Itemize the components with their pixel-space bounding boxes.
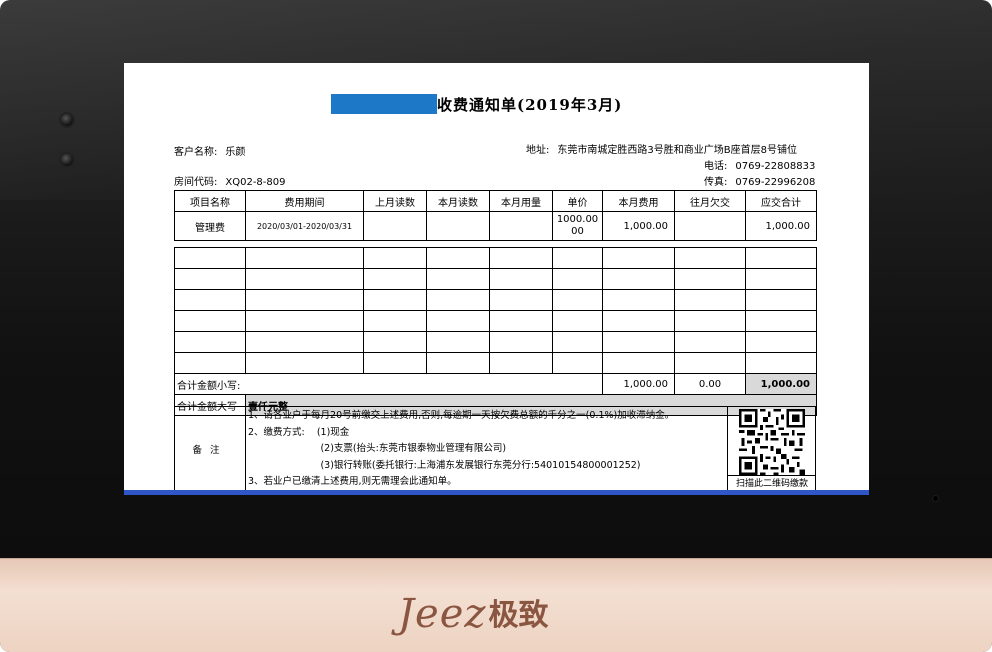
remark-line: 1、请各业户于每月20号前缴交上述费用,否则,每逾期一天按欠费总额的千分之一(0… — [248, 410, 675, 421]
column-header: 单价 — [552, 190, 603, 212]
title-text: 收费通知单(2019年3月) — [437, 95, 623, 114]
remark-line: 2、缴费方式: (1)现金 — [248, 426, 350, 438]
column-header: 上月读数 — [363, 190, 427, 212]
brand-cjk: 极致 — [488, 598, 549, 633]
screen-bottom-edge — [124, 490, 869, 495]
customer-name: 客户名称: 乐颜 — [174, 147, 246, 158]
address: 地址: 东莞市南城定胜西路3号胜和商业广场B座首层8号铺位 — [526, 145, 797, 156]
remark-line: 3、若业户已缴清上述费用,则无需理会此通知单。 — [248, 476, 457, 488]
device-screen: 收费通知单(2019年3月) 客户名称: 乐颜 房间代码: XQ02-8-809 地… — [124, 63, 869, 495]
usage — [489, 211, 553, 241]
column-header: 本月费用 — [602, 190, 675, 212]
remark-line: (3)银行转账(委托银行:上海浦东发展银行东莞分行:54010154800001… — [248, 459, 641, 471]
room-code: 房间代码: XQ02-8-809 — [174, 177, 286, 188]
remarks-section: 备注 1、请各业户于每月20号前缴交上述费用,否则,每逾期一天按欠费总额的千分之… — [174, 406, 816, 492]
row-total: 1,000.00 — [745, 211, 817, 241]
camera-icon — [61, 114, 73, 126]
empty-row — [174, 310, 817, 332]
empty-row — [174, 247, 817, 269]
fee-table: 项目名称 费用期间 上月读数 本月读数 本月用量 单价 本月费用 往月欠交 应交… — [174, 190, 817, 416]
subtotal-row: 合计金额小写: 1,000.00 0.00 1,000.00 — [174, 373, 817, 395]
remark-line: (2)支票(抬头:东莞市银泰物业管理有限公司) — [248, 443, 507, 455]
column-header: 费用期间 — [245, 190, 364, 212]
column-header: 往月欠交 — [674, 190, 746, 212]
subtotal-this-fee: 1,000.00 — [602, 373, 675, 395]
indicator-led — [933, 496, 938, 501]
empty-row — [174, 268, 817, 290]
item-name: 管理费 — [174, 211, 246, 241]
brand-logo: Jeez 极致 — [398, 590, 548, 634]
redacted-block — [331, 94, 437, 114]
phone: 电话: 0769-22808833 — [704, 161, 816, 172]
table-gap — [174, 240, 817, 248]
column-header: 本月用量 — [489, 190, 553, 212]
arrears — [674, 211, 746, 241]
qr-payment: 扫描此二维码缴款 — [727, 407, 816, 491]
empty-row — [174, 289, 817, 311]
column-header: 项目名称 — [174, 190, 246, 212]
fee-period: 2020/03/01-2020/03/31 — [245, 211, 364, 241]
table-row: 管理费 2020/03/01-2020/03/31 1000.0000 1,00… — [174, 211, 817, 241]
remarks-lines: 1、请各业户于每月20号前缴交上述费用,否则,每逾期一天按欠费总额的千分之一(0… — [248, 408, 723, 491]
subtotal-arrears: 0.00 — [674, 373, 746, 395]
subtotal-total: 1,000.00 — [745, 373, 817, 395]
device-bezel: 收费通知单(2019年3月) 客户名称: 乐颜 房间代码: XQ02-8-809 地… — [0, 0, 992, 652]
empty-row — [174, 331, 817, 353]
fax: 传真: 0769-22996208 — [704, 177, 816, 188]
fee-notice-document: 收费通知单(2019年3月) 客户名称: 乐颜 房间代码: XQ02-8-809 地… — [124, 63, 869, 495]
last-reading — [363, 211, 427, 241]
this-fee: 1,000.00 — [602, 211, 675, 241]
column-header: 本月读数 — [426, 190, 490, 212]
unit-price: 1000.0000 — [552, 211, 603, 241]
sensor-icon — [61, 154, 73, 166]
notice-title: 收费通知单(2019年3月) — [331, 94, 622, 114]
column-header: 应交合计 — [745, 190, 817, 212]
remarks-label: 备注 — [175, 407, 246, 491]
this-reading — [426, 211, 490, 241]
subtotal-label: 合计金额小写: — [174, 373, 603, 395]
brand-latin: Jeez — [398, 591, 487, 637]
empty-row — [174, 352, 817, 374]
table-header-row: 项目名称 费用期间 上月读数 本月读数 本月用量 单价 本月费用 往月欠交 应交… — [174, 190, 817, 212]
qr-code-icon[interactable] — [739, 409, 805, 475]
